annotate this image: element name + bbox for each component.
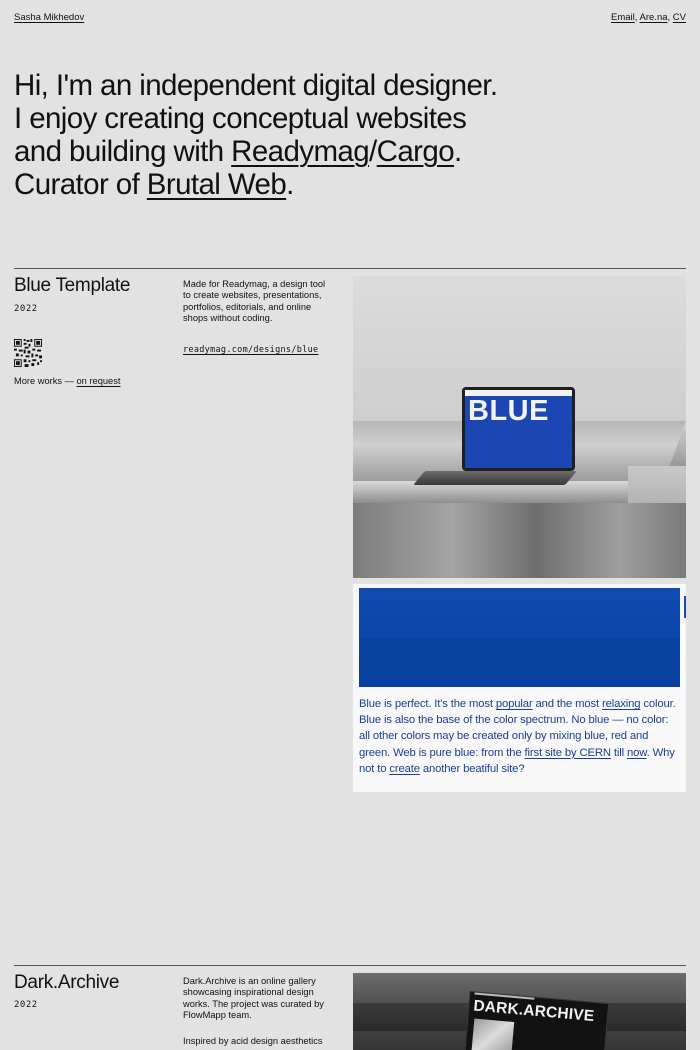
project-description: Made for Readymag, a design tool to crea… <box>183 279 326 323</box>
blue-template-photo: BLUE <box>353 276 686 578</box>
project-title: Dark.Archive <box>14 972 120 993</box>
hero-line-3: and building with Readymag/Cargo. <box>14 135 614 168</box>
create-link[interactable]: create <box>389 763 420 775</box>
cern-link[interactable]: first site by CERN <box>525 747 612 759</box>
header-links: Email, Are.na, CV <box>611 12 686 24</box>
email-link[interactable]: Email <box>611 12 635 23</box>
hero-period: . <box>454 135 462 168</box>
hero-line-4: Curator of Brutal Web. <box>14 168 614 201</box>
project-url-link[interactable]: readymag.com/designs/blue <box>183 345 318 355</box>
qr-code-icon <box>14 339 42 367</box>
on-request-link[interactable]: on request <box>77 376 121 386</box>
hero-line-1: Hi, I'm an independent digital designer. <box>14 69 498 102</box>
hero-line-2: I enjoy creating conceptual websites <box>14 102 467 135</box>
dark-archive-photo: DARK.ARCHIVE <box>353 973 686 1050</box>
section-divider <box>14 965 686 966</box>
blue-swatch <box>359 588 680 687</box>
card-scrollbar[interactable] <box>684 596 686 618</box>
readymag-link[interactable]: Readymag <box>231 135 369 168</box>
laptop-screen: BLUE <box>462 387 575 471</box>
brutal-web-link[interactable]: Brutal Web <box>147 168 287 201</box>
cargo-link[interactable]: Cargo <box>377 135 455 168</box>
now-link[interactable]: now <box>627 747 647 759</box>
card-text: and the most <box>532 698 603 710</box>
card-text: till <box>610 746 627 759</box>
popular-link[interactable]: popular <box>496 698 533 710</box>
relaxing-link[interactable]: relaxing <box>602 698 641 710</box>
site-owner-link[interactable]: Sasha Mikhedov <box>14 12 84 24</box>
hero-text: and building with <box>14 135 232 168</box>
card-text: another beatiful site? <box>419 762 525 775</box>
cv-link[interactable]: CV <box>673 12 686 23</box>
project-year: 2022 <box>14 1000 38 1010</box>
top-bar: Sasha Mikhedov Email, Are.na, CV <box>14 12 686 24</box>
photo-cabinet <box>353 503 686 578</box>
hero-period: . <box>286 168 294 201</box>
blue-card-text: Blue is perfect. It's the most popular a… <box>359 696 681 777</box>
laptop-base <box>413 471 577 485</box>
laptop-word: BLUE <box>468 395 549 427</box>
project-description-2: Inspired by acid design aesthetics <box>183 1036 323 1046</box>
project-year: 2022 <box>14 304 38 314</box>
project-title: Blue Template <box>14 275 131 296</box>
hero-text: Curator of <box>14 168 147 201</box>
card-text: Blue is perfect. It's the most <box>359 698 496 710</box>
magazine: DARK.ARCHIVE <box>462 991 610 1050</box>
section-divider <box>14 268 686 269</box>
hero-slash: / <box>369 135 377 168</box>
project-description: Dark.Archive is an online gallery showca… <box>183 976 324 1020</box>
blue-card: Blue is perfect. It's the most popular a… <box>353 584 686 792</box>
more-works-label: More works — <box>14 376 77 386</box>
hero-intro: Hi, I'm an independent digital designer.… <box>14 69 614 201</box>
more-works: More works — on request <box>14 376 120 386</box>
magazine-image <box>470 1018 515 1050</box>
arena-link[interactable]: Are.na <box>640 12 668 23</box>
laptop-display: BLUE <box>465 390 572 468</box>
